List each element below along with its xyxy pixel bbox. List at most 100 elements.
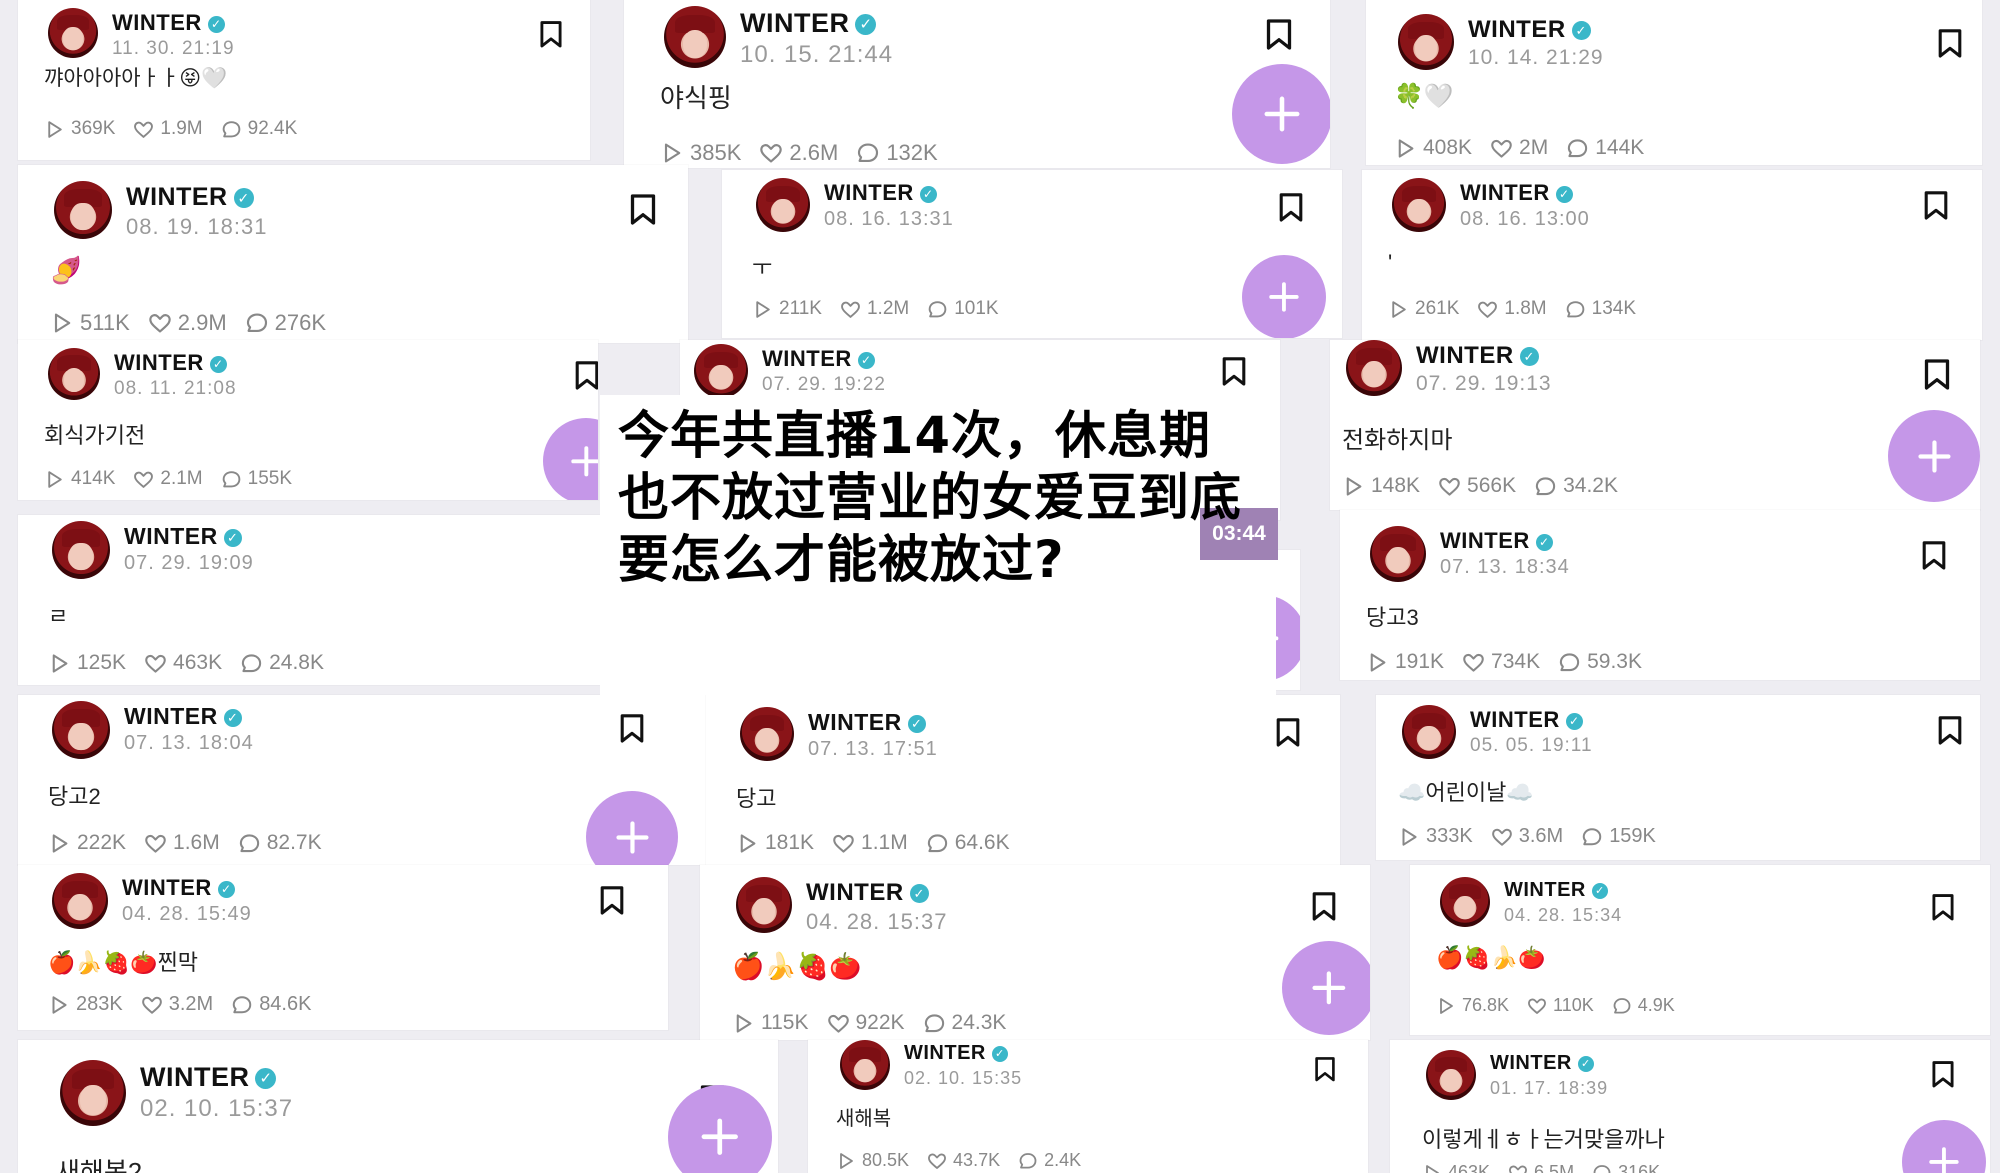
avatar[interactable] xyxy=(48,348,100,400)
author-name[interactable]: WINTER✓ xyxy=(1460,180,1573,206)
bookmark-icon[interactable] xyxy=(1277,192,1305,228)
add-button[interactable] xyxy=(1888,410,1980,502)
bookmark-icon[interactable] xyxy=(1310,891,1338,927)
comment-count[interactable]: 4.9K xyxy=(1612,995,1675,1016)
bookmark-icon[interactable] xyxy=(618,713,646,749)
comment-count[interactable]: 24.8K xyxy=(240,651,324,675)
comment-count[interactable]: 155K xyxy=(221,468,292,490)
like-count[interactable]: 3.6M xyxy=(1491,825,1563,848)
play-count[interactable]: 222K xyxy=(48,831,126,855)
post-text[interactable]: 이렇게ㅔㅎㅏ는거맞을까나 xyxy=(1422,1122,1665,1154)
comment-count[interactable]: 132K xyxy=(856,140,938,166)
add-button[interactable] xyxy=(1242,255,1326,338)
play-count[interactable]: 181K xyxy=(736,831,814,855)
avatar[interactable] xyxy=(840,1040,890,1090)
comment-count[interactable]: 134K xyxy=(1565,298,1636,320)
author-name[interactable]: WINTER✓ xyxy=(124,523,242,550)
bookmark-icon[interactable] xyxy=(1313,1056,1337,1087)
post-text[interactable]: 🍎🍌🍓🍅 xyxy=(732,951,862,982)
author-name[interactable]: WINTER✓ xyxy=(1416,342,1539,370)
like-count[interactable]: 1.6M xyxy=(144,831,220,855)
bookmark-icon[interactable] xyxy=(1220,356,1248,392)
avatar[interactable] xyxy=(1392,178,1446,232)
avatar[interactable] xyxy=(52,701,110,759)
author-name[interactable]: WINTER✓ xyxy=(806,879,929,907)
bookmark-icon[interactable] xyxy=(1922,190,1950,226)
post-text[interactable]: 전화하지마 xyxy=(1342,420,1452,455)
post-text[interactable]: 야식핑 xyxy=(660,78,732,115)
play-count[interactable]: 333K xyxy=(1398,825,1473,848)
like-count[interactable]: 2M xyxy=(1490,136,1548,160)
avatar[interactable] xyxy=(664,6,726,68)
author-name[interactable]: WINTER✓ xyxy=(904,1042,1008,1065)
play-count[interactable]: 463K xyxy=(1422,1162,1490,1173)
author-name[interactable]: WINTER✓ xyxy=(762,346,875,372)
like-count[interactable]: 2.9M xyxy=(148,310,227,336)
post-text[interactable]: 🍠 xyxy=(50,255,82,286)
avatar[interactable] xyxy=(1370,526,1426,582)
like-count[interactable]: 1.9M xyxy=(133,118,203,140)
avatar[interactable] xyxy=(1440,877,1490,927)
bookmark-icon[interactable] xyxy=(1930,1060,1956,1094)
bookmark-icon[interactable] xyxy=(1922,358,1952,396)
bookmark-icon[interactable] xyxy=(1930,893,1956,927)
comment-count[interactable]: 82.7K xyxy=(238,831,322,855)
add-button[interactable] xyxy=(1282,941,1370,1035)
add-button[interactable] xyxy=(668,1085,772,1173)
author-name[interactable]: WINTER✓ xyxy=(1470,707,1583,733)
post-text[interactable]: 🍎🍌🍓🍅찐막 xyxy=(48,945,198,977)
post-text[interactable]: 새해복 xyxy=(836,1102,891,1131)
avatar[interactable] xyxy=(60,1060,126,1126)
add-button[interactable] xyxy=(543,418,598,500)
comment-count[interactable]: 316K xyxy=(1592,1162,1660,1173)
bookmark-icon[interactable] xyxy=(1274,717,1302,753)
author-name[interactable]: WINTER✓ xyxy=(1468,16,1591,44)
author-name[interactable]: WINTER✓ xyxy=(112,10,225,36)
avatar[interactable] xyxy=(1346,340,1402,396)
comment-count[interactable]: 144K xyxy=(1566,136,1644,160)
play-count[interactable]: 385K xyxy=(660,140,741,166)
post-text[interactable]: ☁️어린이날☁️ xyxy=(1398,775,1534,807)
avatar[interactable] xyxy=(52,873,108,929)
bookmark-icon[interactable] xyxy=(573,360,598,396)
author-name[interactable]: WINTER✓ xyxy=(1490,1052,1594,1075)
post-text[interactable]: 🍀🤍 xyxy=(1394,82,1454,111)
play-count[interactable]: 125K xyxy=(48,651,126,675)
comment-count[interactable]: 101K xyxy=(927,298,999,320)
play-count[interactable]: 80.5K xyxy=(836,1150,909,1171)
comment-count[interactable]: 84.6K xyxy=(231,993,311,1016)
like-count[interactable]: 922K xyxy=(827,1011,905,1035)
post-text[interactable]: 새해복2 xyxy=(56,1152,142,1173)
like-count[interactable]: 2.1M xyxy=(133,468,203,490)
bookmark-icon[interactable] xyxy=(628,193,658,231)
like-count[interactable]: 566K xyxy=(1438,474,1516,498)
like-count[interactable]: 1.8M xyxy=(1477,298,1547,320)
author-name[interactable]: WINTER✓ xyxy=(808,709,926,736)
like-count[interactable]: 1.2M xyxy=(840,298,909,320)
like-count[interactable]: 6.5M xyxy=(1508,1162,1574,1173)
play-count[interactable]: 211K xyxy=(752,298,822,320)
bookmark-icon[interactable] xyxy=(538,20,564,54)
comment-count[interactable]: 59.3K xyxy=(1558,650,1642,674)
avatar[interactable] xyxy=(52,521,110,579)
post-text[interactable]: 당고 xyxy=(736,781,776,813)
author-name[interactable]: WINTER✓ xyxy=(140,1062,277,1093)
avatar[interactable] xyxy=(736,877,792,933)
play-count[interactable]: 408K xyxy=(1394,136,1472,160)
comment-count[interactable]: 2.4K xyxy=(1018,1150,1081,1171)
bookmark-icon[interactable] xyxy=(1264,18,1294,56)
like-count[interactable]: 3.2M xyxy=(141,993,213,1016)
bookmark-icon[interactable] xyxy=(1936,28,1964,64)
play-count[interactable]: 369K xyxy=(44,118,115,140)
author-name[interactable]: WINTER✓ xyxy=(124,703,242,730)
comment-count[interactable]: 34.2K xyxy=(1534,474,1618,498)
author-name[interactable]: WINTER✓ xyxy=(1440,528,1553,554)
comment-count[interactable]: 64.6K xyxy=(926,831,1010,855)
like-count[interactable]: 43.7K xyxy=(927,1150,1000,1171)
play-count[interactable]: 148K xyxy=(1342,474,1420,498)
add-button[interactable] xyxy=(586,791,678,865)
like-count[interactable]: 734K xyxy=(1462,650,1540,674)
comment-count[interactable]: 24.3K xyxy=(923,1011,1006,1035)
author-name[interactable]: WINTER✓ xyxy=(824,180,937,206)
avatar[interactable] xyxy=(740,707,794,761)
